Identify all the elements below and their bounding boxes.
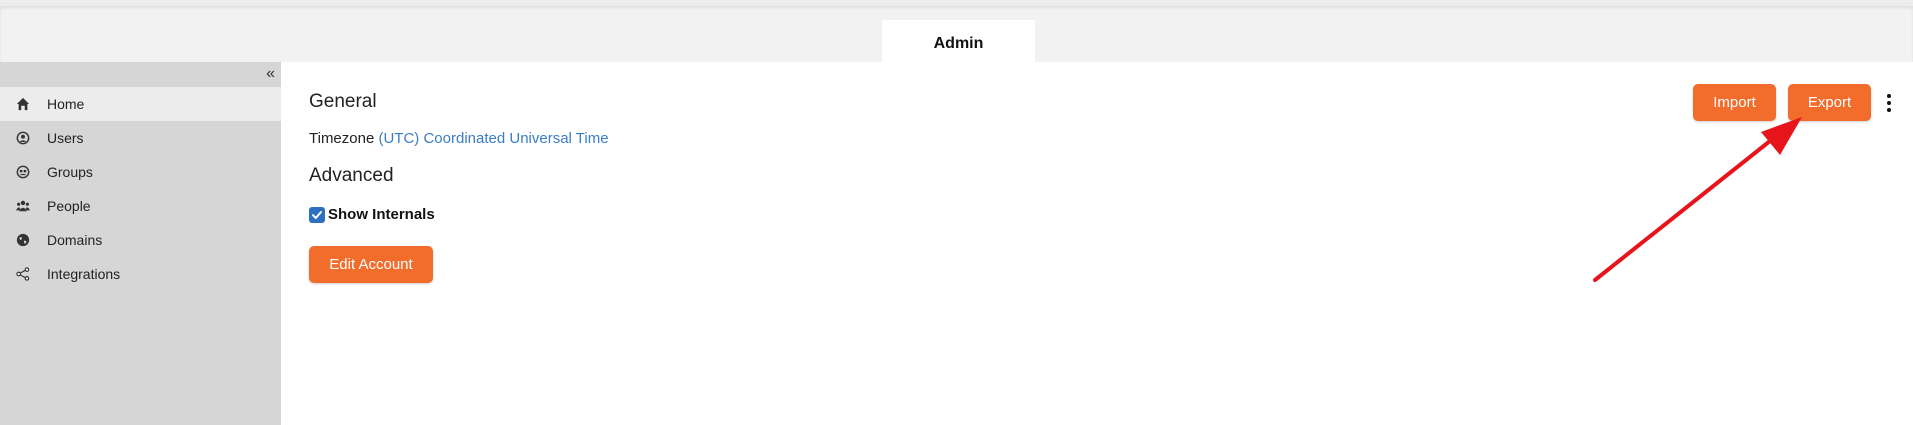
ellipsis-dot xyxy=(1887,101,1891,105)
annotation-arrow xyxy=(1593,117,1802,282)
people-icon xyxy=(16,199,30,213)
general-heading: General xyxy=(309,91,377,112)
show-internals-row: Show Internals xyxy=(309,206,435,223)
sidebar-item-label: Groups xyxy=(47,164,93,180)
tab-admin[interactable]: Admin xyxy=(882,20,1035,68)
show-internals-label: Show Internals xyxy=(328,206,435,223)
share-nodes-icon xyxy=(16,267,30,281)
sidebar-item-domains[interactable]: Domains xyxy=(0,223,281,257)
timezone-label: Timezone xyxy=(309,130,375,147)
show-internals-checkbox[interactable] xyxy=(309,206,325,223)
user-circle-icon xyxy=(16,131,30,145)
sidebar-item-label: Integrations xyxy=(47,266,121,282)
timezone-row: Timezone (UTC) Coordinated Universal Tim… xyxy=(309,130,609,147)
edit-account-button[interactable]: Edit Account xyxy=(309,246,433,283)
sidebar-item-label: Home xyxy=(47,96,85,112)
ellipsis-dot xyxy=(1887,108,1891,112)
globe-icon xyxy=(16,233,30,247)
sidebar-item-label: Domains xyxy=(47,232,103,248)
home-icon xyxy=(16,97,30,111)
sidebar-item-people[interactable]: People xyxy=(0,189,281,223)
sidebar-nav: Home Users Groups People Domains Integra… xyxy=(0,87,281,291)
checkmark-icon xyxy=(312,210,322,219)
sidebar-item-users[interactable]: Users xyxy=(0,121,281,155)
collapse-sidebar-icon[interactable]: « xyxy=(266,66,275,82)
ellipsis-dot xyxy=(1887,94,1891,98)
sidebar-item-label: Users xyxy=(47,130,84,146)
sidebar-item-integrations[interactable]: Integrations xyxy=(0,257,281,291)
vertical-ellipsis-icon[interactable] xyxy=(1884,92,1894,114)
sidebar-item-groups[interactable]: Groups xyxy=(0,155,281,189)
advanced-heading: Advanced xyxy=(309,165,394,186)
groups-icon xyxy=(16,165,30,179)
sidebar-item-label: People xyxy=(47,198,91,214)
sidebar-item-home[interactable]: Home xyxy=(0,87,281,121)
top-bar: Admin xyxy=(0,0,1913,68)
timezone-link[interactable]: (UTC) Coordinated Universal Time xyxy=(378,130,608,147)
sidebar: « Home Users Groups People Domains Integ… xyxy=(0,62,281,425)
